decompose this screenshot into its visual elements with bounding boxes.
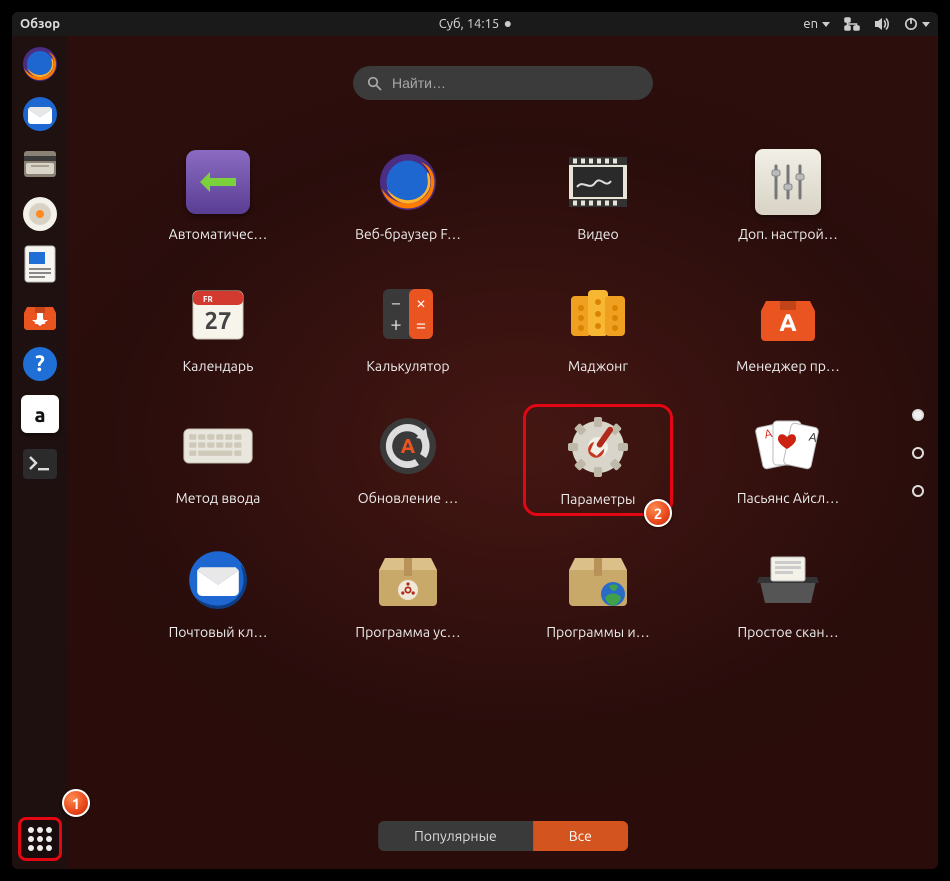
svg-text:A: A [779, 309, 797, 336]
chevron-down-icon [822, 22, 830, 27]
app-label: Метод ввода [176, 490, 261, 506]
volume-icon[interactable] [874, 17, 890, 31]
app-label: Видео [577, 226, 618, 242]
dock-terminal[interactable] [18, 442, 62, 486]
lang-label: en [803, 17, 818, 31]
svg-text:−: − [391, 293, 401, 313]
app-label: Календарь [183, 358, 254, 374]
app-software-sources[interactable]: Программы и… [523, 538, 673, 648]
power-icon[interactable] [904, 17, 930, 31]
dock-software[interactable]: A [18, 292, 62, 336]
apps-grid-icon [28, 827, 52, 851]
dock: A ? a [12, 36, 68, 869]
app-label: Автоматичес… [169, 226, 268, 242]
dock-firefox[interactable] [18, 42, 62, 86]
svg-text:×: × [416, 293, 426, 313]
dock-thunderbird[interactable] [18, 92, 62, 136]
annotation-badge-2: 2 [644, 499, 672, 527]
svg-text:+: + [390, 312, 401, 335]
chevron-down-icon [922, 22, 930, 27]
app-label: Простое скан… [737, 624, 838, 640]
app-label: Калькулятор [366, 358, 449, 374]
applications-overview: Автоматичес… Веб-браузер F… Видео Доп. н… [68, 36, 938, 869]
app-label: Почтовый кл… [169, 624, 268, 640]
search-input[interactable] [392, 75, 639, 91]
app-label: Веб-браузер F… [355, 226, 461, 242]
top-bar: Обзор Суб, 14:15 en [12, 12, 938, 36]
app-grid: Автоматичес… Веб-браузер F… Видео Доп. н… [143, 140, 863, 648]
app-label: Программа ус… [355, 624, 460, 640]
app-updater[interactable]: A Обновление … [333, 404, 483, 516]
app-settings[interactable]: Параметры 2 [523, 404, 673, 516]
app-label: Параметры [561, 491, 636, 507]
calendar-weekday: FR [203, 295, 213, 304]
toggle-frequent[interactable]: Популярные [378, 821, 533, 851]
app-label: Обновление … [358, 490, 458, 506]
clock[interactable]: Суб, 14:15 [439, 17, 511, 31]
dock-writer[interactable] [18, 242, 62, 286]
app-automatic[interactable]: Автоматичес… [143, 140, 293, 250]
calendar-day: 27 [204, 307, 231, 334]
app-thunderbird[interactable]: Почтовый кл… [143, 538, 293, 648]
page-dot[interactable] [912, 409, 924, 421]
app-software-manager[interactable]: A Менеджер пр… [713, 272, 863, 382]
dock-amazon[interactable]: a [18, 392, 62, 436]
app-video[interactable]: Видео [523, 140, 673, 250]
search-icon [367, 76, 382, 91]
svg-text:?: ? [35, 351, 45, 376]
toggle-all[interactable]: Все [533, 821, 628, 851]
svg-text:A: A [401, 434, 416, 457]
page-indicator[interactable] [912, 409, 924, 497]
app-mahjongg[interactable]: Маджонг [523, 272, 673, 382]
svg-text:=: = [416, 315, 426, 335]
svg-text:A: A [35, 310, 46, 327]
network-icon[interactable] [844, 17, 860, 31]
page-dot[interactable] [912, 485, 924, 497]
app-calendar[interactable]: FR 27 Календарь [143, 272, 293, 382]
notification-dot-icon [505, 21, 511, 27]
dock-rhythmbox[interactable] [18, 192, 62, 236]
app-calculator[interactable]: −+ ×= Калькулятор [333, 272, 483, 382]
app-label: Программы и… [546, 624, 649, 640]
view-toggle: Популярные Все [378, 821, 628, 851]
app-label: Доп. настрой… [738, 226, 838, 242]
app-label: Маджонг [568, 358, 628, 374]
clock-text: Суб, 14:15 [439, 17, 499, 31]
annotation-badge-1: 1 [62, 789, 90, 817]
svg-text:A: A [808, 431, 819, 445]
activities-button[interactable]: Обзор [20, 17, 60, 31]
app-firefox[interactable]: Веб-браузер F… [333, 140, 483, 250]
app-aisleriot[interactable]: AA Пасьянс Айсл… [713, 404, 863, 516]
app-label: Менеджер пр… [736, 358, 840, 374]
app-installer[interactable]: Программа ус… [333, 538, 483, 648]
app-simple-scan[interactable]: Простое скан… [713, 538, 863, 648]
app-label: Пасьянс Айсл… [737, 490, 839, 506]
app-tweaks[interactable]: Доп. настрой… [713, 140, 863, 250]
keyboard-layout-indicator[interactable]: en [803, 17, 830, 31]
dock-files[interactable] [18, 142, 62, 186]
show-applications-button[interactable] [18, 817, 62, 861]
dock-help[interactable]: ? [18, 342, 62, 386]
page-dot[interactable] [912, 447, 924, 459]
search-field[interactable] [353, 66, 653, 100]
app-input-method[interactable]: Метод ввода [143, 404, 293, 516]
